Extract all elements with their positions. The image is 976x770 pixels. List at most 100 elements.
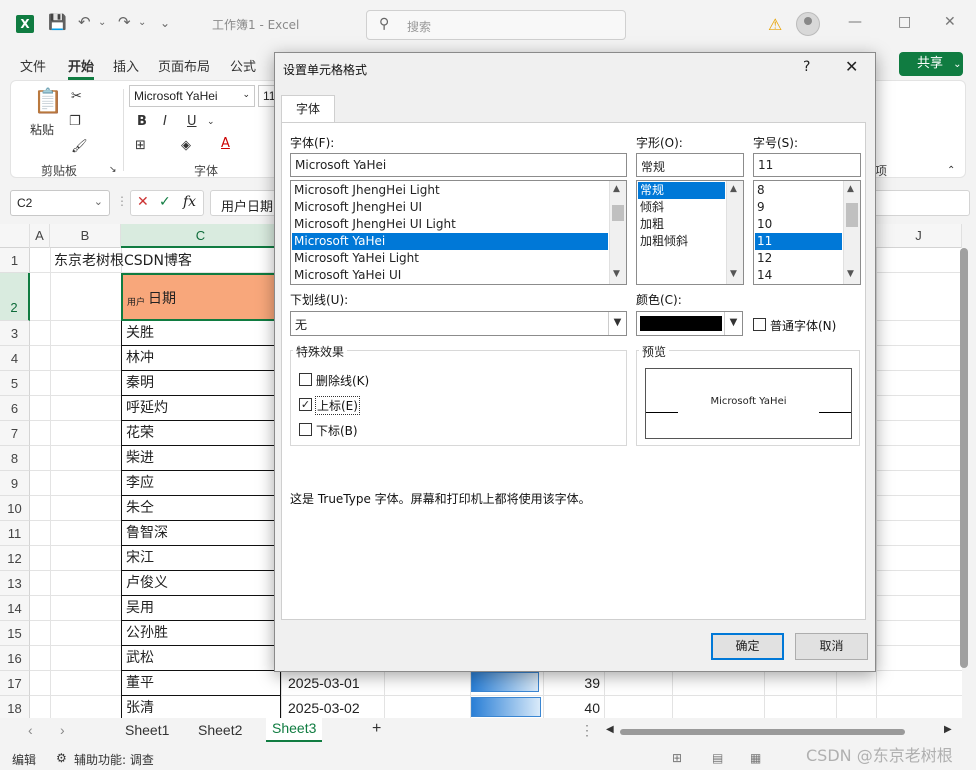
row-header-6[interactable]: 6 xyxy=(0,396,30,421)
fill-color-icon[interactable]: ◈ xyxy=(181,138,191,153)
subscript-label[interactable]: 下标(B) xyxy=(316,422,358,439)
name-cell[interactable]: 朱仝 xyxy=(121,496,281,521)
scroll-right-icon[interactable]: ▶ xyxy=(944,724,952,735)
column-header-j[interactable]: J xyxy=(876,224,962,248)
scroll-thumb[interactable] xyxy=(960,248,968,668)
name-cell[interactable]: 花荣 xyxy=(121,421,281,446)
next-sheet-icon[interactable]: › xyxy=(60,722,65,738)
strikethrough-checkbox[interactable] xyxy=(299,373,312,386)
name-cell[interactable]: 公孙胜 xyxy=(121,621,281,646)
cancel-button[interactable]: 取消 xyxy=(795,633,868,660)
name-cell[interactable]: 关胜 xyxy=(121,321,281,346)
cut-icon[interactable]: ✂ xyxy=(71,89,82,104)
customize-toolbar-icon[interactable]: ⌄ xyxy=(160,16,170,30)
row-header-5[interactable]: 5 xyxy=(0,371,30,396)
name-cell[interactable]: 宋江 xyxy=(121,546,281,571)
name-cell[interactable]: 呼延灼 xyxy=(121,396,281,421)
row-header-3[interactable]: 3 xyxy=(0,321,30,346)
underline-button[interactable]: U xyxy=(187,114,197,129)
style-list-item[interactable]: 加粗倾斜 xyxy=(638,233,725,250)
share-button[interactable]: 共享 ⌄ xyxy=(899,52,963,76)
scroll-down-icon[interactable]: ▼ xyxy=(847,269,854,279)
row-header-14[interactable]: 14 xyxy=(0,596,30,621)
undo-dropdown-icon[interactable]: ⌄ xyxy=(98,17,106,28)
font-color-icon[interactable]: A xyxy=(221,136,230,151)
row-header-1[interactable]: 1 xyxy=(0,248,30,273)
add-sheet-icon[interactable]: + xyxy=(372,720,381,738)
row-header-15[interactable]: 15 xyxy=(0,621,30,646)
scroll-up-icon[interactable]: ▲ xyxy=(847,184,854,194)
format-painter-icon[interactable]: 🖌 xyxy=(71,139,88,154)
name-cell[interactable]: 柴进 xyxy=(121,446,281,471)
style-list-item[interactable]: 常规 xyxy=(638,182,725,199)
scroll-left-icon[interactable]: ◀ xyxy=(606,724,614,735)
style-list[interactable]: 常规 倾斜 加粗 加粗倾斜 ▲ ▼ xyxy=(636,180,744,285)
vertical-scrollbar[interactable] xyxy=(958,240,968,710)
font-input[interactable]: Microsoft YaHei xyxy=(290,153,627,177)
size-list-item[interactable]: 11 xyxy=(755,233,842,250)
column-header-c[interactable]: C xyxy=(121,224,281,248)
name-box[interactable]: C2 ⌄ xyxy=(10,190,110,216)
name-cell[interactable]: 李应 xyxy=(121,471,281,496)
size-list-scrollbar[interactable]: ▲ ▼ xyxy=(843,181,860,284)
name-cell[interactable]: 卢俊义 xyxy=(121,571,281,596)
close-icon[interactable]: ✕ xyxy=(944,14,956,30)
scroll-down-icon[interactable]: ▼ xyxy=(730,269,737,279)
row-header-10[interactable]: 10 xyxy=(0,496,30,521)
copy-icon[interactable]: ❐ xyxy=(69,114,81,129)
row-header-8[interactable]: 8 xyxy=(0,446,30,471)
tab-insert[interactable]: 插入 xyxy=(113,56,139,75)
row-header-4[interactable]: 4 xyxy=(0,346,30,371)
normal-font-label[interactable]: 普通字体(N) xyxy=(770,317,836,334)
column-header-a[interactable]: A xyxy=(30,224,50,248)
horizontal-scrollbar[interactable] xyxy=(620,729,905,735)
font-list-scrollbar[interactable]: ▲ ▼ xyxy=(609,181,626,284)
redo-dropdown-icon[interactable]: ⌄ xyxy=(138,17,146,28)
enter-icon[interactable]: ✓ xyxy=(159,194,171,210)
size-list-item[interactable]: 9 xyxy=(755,199,842,216)
bold-button[interactable]: B xyxy=(137,114,147,129)
page-layout-view-icon[interactable]: ▤ xyxy=(712,751,723,765)
row-header-17[interactable]: 17 xyxy=(0,671,30,696)
maximize-icon[interactable]: □ xyxy=(898,14,911,30)
font-list-item[interactable]: Microsoft JhengHei Light xyxy=(292,182,608,199)
name-cell[interactable]: 林冲 xyxy=(121,346,281,371)
strikethrough-label[interactable]: 删除线(K) xyxy=(316,372,369,389)
cell-b1[interactable]: 东京老树根CSDN博客 xyxy=(50,250,192,272)
prev-sheet-icon[interactable]: ‹ xyxy=(28,722,33,738)
row-header-12[interactable]: 12 xyxy=(0,546,30,571)
underline-select[interactable]: 无 ▼ xyxy=(290,311,627,336)
collapse-ribbon-icon[interactable]: ⌃ xyxy=(947,165,955,176)
close-icon[interactable]: ✕ xyxy=(845,57,858,76)
select-all-corner[interactable] xyxy=(0,224,30,248)
row-header-9[interactable]: 9 xyxy=(0,471,30,496)
style-input[interactable]: 常规 xyxy=(636,153,744,177)
sheet-tab-1[interactable]: Sheet1 xyxy=(125,722,169,738)
value-cell[interactable]: 39 xyxy=(570,671,600,695)
row-header-7[interactable]: 7 xyxy=(0,421,30,446)
cancel-icon[interactable]: ✕ xyxy=(137,194,149,210)
page-break-view-icon[interactable]: ▦ xyxy=(750,751,761,765)
superscript-label[interactable]: 上标(E) xyxy=(315,396,360,415)
value-cell[interactable]: 40 xyxy=(570,696,600,718)
style-list-scrollbar[interactable]: ▲ ▼ xyxy=(726,181,743,284)
row-header-18[interactable]: 18 xyxy=(0,696,30,718)
name-cell[interactable]: 武松 xyxy=(121,646,281,671)
scroll-thumb[interactable] xyxy=(846,203,858,227)
name-cell[interactable]: 吴用 xyxy=(121,596,281,621)
scroll-up-icon[interactable]: ▲ xyxy=(730,184,737,194)
normal-font-checkbox[interactable] xyxy=(753,318,766,331)
search-box[interactable]: ⚲ 搜索 xyxy=(366,10,626,40)
size-input[interactable]: 11 xyxy=(753,153,861,177)
color-picker[interactable]: ▼ xyxy=(636,311,743,336)
font-list-item[interactable]: Microsoft YaHei UI xyxy=(292,267,608,284)
borders-icon[interactable]: ⊞ xyxy=(135,138,146,153)
minimize-icon[interactable]: — xyxy=(848,14,862,30)
tab-page-layout[interactable]: 页面布局 xyxy=(158,56,210,75)
paste-label[interactable]: 粘贴 xyxy=(30,121,54,138)
redo-icon[interactable]: ↷ xyxy=(118,13,131,31)
date-cell[interactable]: 2025-03-02 xyxy=(284,696,360,718)
tab-file[interactable]: 文件 xyxy=(20,56,46,75)
undo-icon[interactable]: ↶ xyxy=(78,13,91,31)
splitter-icon[interactable]: ⋮ xyxy=(116,194,128,208)
